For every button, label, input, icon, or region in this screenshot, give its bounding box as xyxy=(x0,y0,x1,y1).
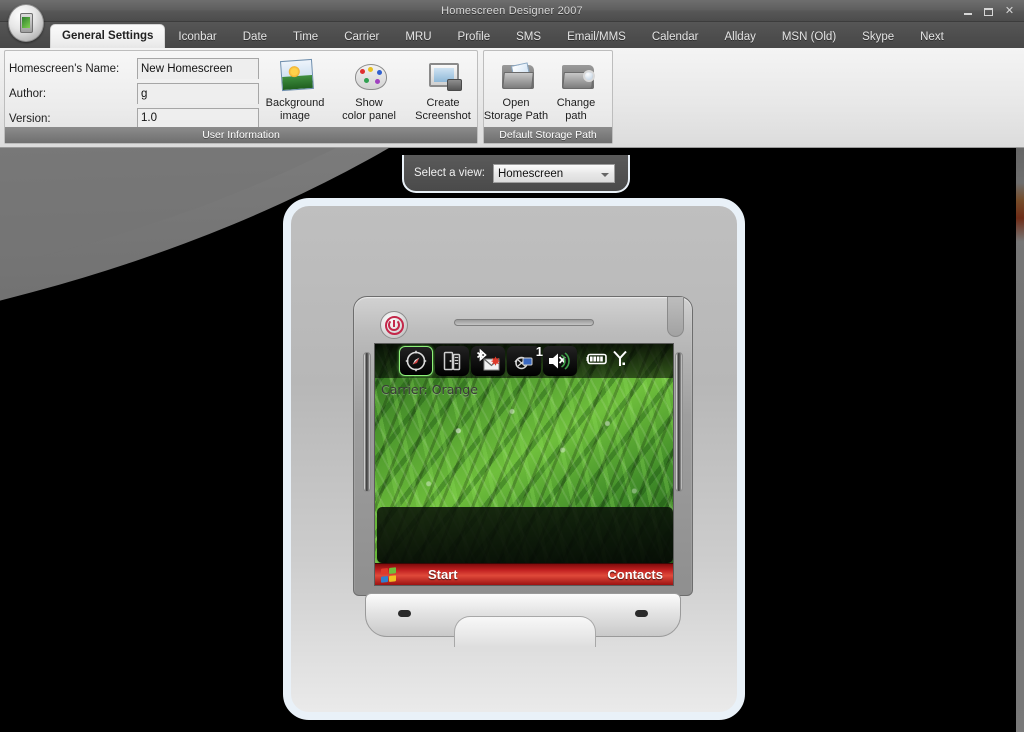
contacts-button[interactable]: Contacts xyxy=(607,566,673,584)
maximize-icon xyxy=(984,7,993,16)
change-path-label-line1: Change xyxy=(556,97,596,109)
missed-call-badge: 1 xyxy=(535,344,543,359)
title-bar: Homescreen Designer 2007 ✕ xyxy=(0,0,1024,22)
label-version: Version: xyxy=(9,112,51,125)
homescreen-name-input[interactable] xyxy=(137,58,259,79)
open-folder-icon xyxy=(502,60,536,94)
tab-general-settings[interactable]: General Settings xyxy=(50,24,166,48)
tab-date[interactable]: Date xyxy=(230,27,280,48)
tab-carrier[interactable]: Carrier xyxy=(331,27,392,48)
phone-taskbar: Start Contacts xyxy=(375,563,673,585)
windows-flag-icon xyxy=(381,566,396,583)
chevron-down-icon xyxy=(600,172,609,177)
window-controls: ✕ xyxy=(961,0,1020,22)
softkey-left[interactable] xyxy=(398,610,411,617)
create-screenshot-label-line2: Screenshot xyxy=(415,110,471,122)
antenna-stub xyxy=(667,297,684,337)
tab-iconbar[interactable]: Iconbar xyxy=(165,27,229,48)
phone-keypad[interactable] xyxy=(365,593,681,647)
create-screenshot-label-line1: Create xyxy=(426,97,460,109)
screenshot-icon xyxy=(429,60,463,94)
doors-icon[interactable] xyxy=(435,346,469,376)
contacts-label: Contacts xyxy=(607,566,663,582)
tab-msn-old[interactable]: MSN (Old) xyxy=(769,27,849,48)
start-button[interactable]: Start xyxy=(375,566,458,583)
change-path-label-line2: path xyxy=(565,110,587,122)
field-row-homescreen-name: Homescreen's Name: xyxy=(9,56,259,81)
ribbon: Homescreen's Name: Author: Version: Back… xyxy=(0,48,1024,148)
tab-profile[interactable]: Profile xyxy=(445,27,504,48)
phone-body: 1 Carrier: Orange Start Contacts xyxy=(353,296,693,596)
volume-rocker-right[interactable] xyxy=(675,352,683,492)
tab-strip: General Settings Iconbar Date Time Carri… xyxy=(0,22,1024,48)
show-color-panel-button[interactable]: Show color panel xyxy=(335,55,409,129)
tab-allday[interactable]: Allday xyxy=(712,27,769,48)
bluetooth-message-icon[interactable] xyxy=(471,346,505,376)
view-selector-label: Select a view: xyxy=(414,167,485,179)
change-folder-icon xyxy=(562,60,596,94)
softkey-right[interactable] xyxy=(635,610,648,617)
status-icons xyxy=(585,350,628,373)
signal-icon xyxy=(612,350,628,373)
change-path-button[interactable]: Change path xyxy=(548,55,610,129)
power-icon xyxy=(384,315,404,335)
tab-next[interactable]: Next xyxy=(907,27,957,48)
ribbon-group-user-information: Homescreen's Name: Author: Version: Back… xyxy=(4,50,478,144)
phone-mockup: 1 Carrier: Orange Start Contacts xyxy=(338,296,708,647)
tab-calendar[interactable]: Calendar xyxy=(639,27,712,48)
version-input[interactable] xyxy=(137,108,259,129)
application-menu-orb[interactable] xyxy=(8,4,44,42)
tab-mru[interactable]: MRU xyxy=(392,27,444,48)
phone-screen[interactable]: 1 Carrier: Orange Start Contacts xyxy=(374,343,674,586)
background-image-button[interactable]: Background image xyxy=(261,55,335,129)
volume-rocker-left[interactable] xyxy=(363,352,371,492)
picture-icon xyxy=(279,58,315,94)
label-author: Author: xyxy=(9,87,47,100)
carrier-text: Carrier: Orange xyxy=(381,382,478,397)
iconbar: 1 xyxy=(375,344,673,378)
ribbon-group-title-default-storage-path: Default Storage Path xyxy=(484,127,612,143)
mute-volume-icon[interactable] xyxy=(543,346,577,376)
minimize-button[interactable] xyxy=(961,5,974,18)
palette-icon xyxy=(355,60,389,94)
create-screenshot-button[interactable]: Create Screenshot xyxy=(409,55,483,129)
power-button[interactable] xyxy=(380,311,408,339)
label-homescreen-name: Homescreen's Name: xyxy=(9,62,120,75)
view-selector-bar: Select a view: Homescreen xyxy=(402,155,630,193)
minimize-icon xyxy=(963,12,972,15)
tab-time[interactable]: Time xyxy=(280,27,331,48)
application-window: Homescreen Designer 2007 ✕ General Setti… xyxy=(0,0,1024,732)
battery-icon xyxy=(585,352,609,371)
device-orb-icon xyxy=(19,13,33,33)
device-preview-panel: 1 Carrier: Orange Start Contacts xyxy=(283,198,745,720)
author-input[interactable] xyxy=(137,83,259,104)
field-row-author: Author: xyxy=(9,81,259,106)
tab-email-mms[interactable]: Email/MMS xyxy=(554,27,639,48)
compass-icon[interactable] xyxy=(399,346,433,376)
ribbon-group-title-user-information: User Information xyxy=(5,127,477,143)
tab-skype[interactable]: Skype xyxy=(849,27,907,48)
view-selector-dropdown[interactable]: Homescreen xyxy=(492,163,615,183)
tab-sms[interactable]: SMS xyxy=(503,27,554,48)
start-label: Start xyxy=(428,567,458,582)
background-window-sliver xyxy=(1016,148,1024,732)
missed-call-icon[interactable]: 1 xyxy=(507,344,543,376)
earpiece-speaker xyxy=(454,319,594,326)
tab-list: General Settings Iconbar Date Time Carri… xyxy=(50,22,957,48)
maximize-button[interactable] xyxy=(982,5,995,18)
homescreen-dark-panel xyxy=(377,507,673,563)
view-selector-value: Homescreen xyxy=(497,167,564,180)
close-button[interactable]: ✕ xyxy=(1003,5,1016,18)
ribbon-group-default-storage-path: Open Storage Path Change path Default St… xyxy=(483,50,613,144)
window-title: Homescreen Designer 2007 xyxy=(441,5,583,17)
